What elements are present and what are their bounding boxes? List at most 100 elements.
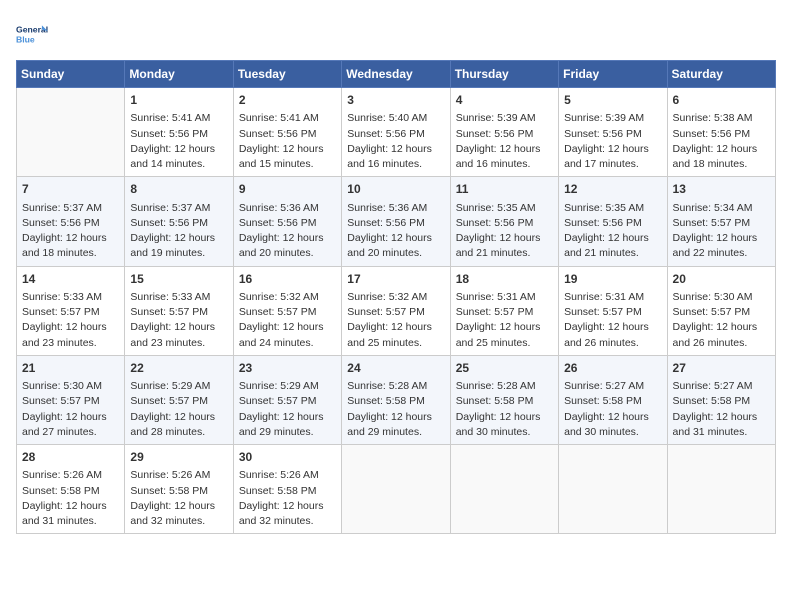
calendar-week-row: 28 Sunrise: 5:26 AMSunset: 5:58 PMDayligh…: [17, 445, 776, 534]
calendar-day-cell: 25 Sunrise: 5:28 AMSunset: 5:58 PMDayligh…: [450, 355, 558, 444]
calendar-day-cell: 4 Sunrise: 5:39 AMSunset: 5:56 PMDaylight…: [450, 88, 558, 177]
calendar-week-row: 7Sunrise: 5:37 AMSunset: 5:56 PMDaylight…: [17, 177, 776, 266]
day-info: Sunrise: 5:35 AMSunset: 5:56 PMDaylight:…: [564, 201, 661, 262]
day-number: 21: [22, 360, 119, 377]
weekday-header: Sunday: [17, 61, 125, 88]
day-info: Sunrise: 5:27 AMSunset: 5:58 PMDaylight:…: [673, 379, 770, 440]
day-info: Sunrise: 5:26 AMSunset: 5:58 PMDaylight:…: [22, 468, 119, 529]
day-number: 24: [347, 360, 444, 377]
day-info: Sunrise: 5:38 AMSunset: 5:56 PMDaylight:…: [673, 111, 770, 172]
calendar-day-cell: 22 Sunrise: 5:29 AMSunset: 5:57 PMDayligh…: [125, 355, 233, 444]
day-info: Sunrise: 5:31 AMSunset: 5:57 PMDaylight:…: [456, 290, 553, 351]
day-info: Sunrise: 5:41 AMSunset: 5:56 PMDaylight:…: [239, 111, 336, 172]
day-number: 9: [239, 181, 336, 198]
calendar-day-cell: [559, 445, 667, 534]
weekday-header: Tuesday: [233, 61, 341, 88]
calendar-day-cell: [450, 445, 558, 534]
day-info: Sunrise: 5:28 AMSunset: 5:58 PMDaylight:…: [456, 379, 553, 440]
day-number: 23: [239, 360, 336, 377]
svg-text:Blue: Blue: [16, 35, 35, 45]
day-info: Sunrise: 5:26 AMSunset: 5:58 PMDaylight:…: [130, 468, 227, 529]
calendar-day-cell: 18 Sunrise: 5:31 AMSunset: 5:57 PMDayligh…: [450, 266, 558, 355]
calendar-day-cell: 21 Sunrise: 5:30 AMSunset: 5:57 PMDayligh…: [17, 355, 125, 444]
day-info: Sunrise: 5:33 AMSunset: 5:57 PMDaylight:…: [22, 290, 119, 351]
calendar-week-row: 21 Sunrise: 5:30 AMSunset: 5:57 PMDayligh…: [17, 355, 776, 444]
calendar-week-row: 14 Sunrise: 5:33 AMSunset: 5:57 PMDayligh…: [17, 266, 776, 355]
calendar-day-cell: 13 Sunrise: 5:34 AMSunset: 5:57 PMDayligh…: [667, 177, 775, 266]
page-header: General Blue: [16, 16, 776, 52]
calendar-day-cell: 23 Sunrise: 5:29 AMSunset: 5:57 PMDayligh…: [233, 355, 341, 444]
calendar-day-cell: 20 Sunrise: 5:30 AMSunset: 5:57 PMDayligh…: [667, 266, 775, 355]
calendar-day-cell: 19 Sunrise: 5:31 AMSunset: 5:57 PMDayligh…: [559, 266, 667, 355]
calendar-day-cell: 8 Sunrise: 5:37 AMSunset: 5:56 PMDaylight…: [125, 177, 233, 266]
day-number: 17: [347, 271, 444, 288]
day-info: Sunrise: 5:27 AMSunset: 5:58 PMDaylight:…: [564, 379, 661, 440]
day-info: Sunrise: 5:36 AMSunset: 5:56 PMDaylight:…: [239, 201, 336, 262]
calendar-day-cell: 14 Sunrise: 5:33 AMSunset: 5:57 PMDayligh…: [17, 266, 125, 355]
day-number: 13: [673, 181, 770, 198]
day-number: 16: [239, 271, 336, 288]
calendar-day-cell: 2 Sunrise: 5:41 AMSunset: 5:56 PMDaylight…: [233, 88, 341, 177]
day-number: 11: [456, 181, 553, 198]
day-number: 14: [22, 271, 119, 288]
day-number: 8: [130, 181, 227, 198]
day-info: Sunrise: 5:30 AMSunset: 5:57 PMDaylight:…: [673, 290, 770, 351]
calendar-day-cell: 28 Sunrise: 5:26 AMSunset: 5:58 PMDayligh…: [17, 445, 125, 534]
day-info: Sunrise: 5:37 AMSunset: 5:56 PMDaylight:…: [22, 201, 119, 262]
day-info: Sunrise: 5:26 AMSunset: 5:58 PMDaylight:…: [239, 468, 336, 529]
calendar-week-row: 1 Sunrise: 5:41 AMSunset: 5:56 PMDaylight…: [17, 88, 776, 177]
calendar-day-cell: 7Sunrise: 5:37 AMSunset: 5:56 PMDaylight…: [17, 177, 125, 266]
day-info: Sunrise: 5:32 AMSunset: 5:57 PMDaylight:…: [347, 290, 444, 351]
logo-icon: General Blue: [16, 16, 52, 52]
day-number: 12: [564, 181, 661, 198]
day-info: Sunrise: 5:39 AMSunset: 5:56 PMDaylight:…: [456, 111, 553, 172]
day-number: 2: [239, 92, 336, 109]
calendar-day-cell: 30 Sunrise: 5:26 AMSunset: 5:58 PMDayligh…: [233, 445, 341, 534]
calendar-day-cell: 5Sunrise: 5:39 AMSunset: 5:56 PMDaylight…: [559, 88, 667, 177]
day-info: Sunrise: 5:37 AMSunset: 5:56 PMDaylight:…: [130, 201, 227, 262]
day-number: 28: [22, 449, 119, 466]
day-number: 18: [456, 271, 553, 288]
calendar-day-cell: 29 Sunrise: 5:26 AMSunset: 5:58 PMDayligh…: [125, 445, 233, 534]
calendar-day-cell: [17, 88, 125, 177]
day-number: 20: [673, 271, 770, 288]
day-info: Sunrise: 5:36 AMSunset: 5:56 PMDaylight:…: [347, 201, 444, 262]
day-number: 29: [130, 449, 227, 466]
day-number: 26: [564, 360, 661, 377]
day-number: 1: [130, 92, 227, 109]
day-info: Sunrise: 5:28 AMSunset: 5:58 PMDaylight:…: [347, 379, 444, 440]
weekday-header: Monday: [125, 61, 233, 88]
day-info: Sunrise: 5:41 AMSunset: 5:56 PMDaylight:…: [130, 111, 227, 172]
day-number: 22: [130, 360, 227, 377]
day-info: Sunrise: 5:40 AMSunset: 5:56 PMDaylight:…: [347, 111, 444, 172]
day-info: Sunrise: 5:33 AMSunset: 5:57 PMDaylight:…: [130, 290, 227, 351]
day-number: 10: [347, 181, 444, 198]
day-info: Sunrise: 5:29 AMSunset: 5:57 PMDaylight:…: [239, 379, 336, 440]
calendar-day-cell: 9 Sunrise: 5:36 AMSunset: 5:56 PMDaylight…: [233, 177, 341, 266]
calendar-day-cell: 15 Sunrise: 5:33 AMSunset: 5:57 PMDayligh…: [125, 266, 233, 355]
day-info: Sunrise: 5:29 AMSunset: 5:57 PMDaylight:…: [130, 379, 227, 440]
calendar-header-row: SundayMondayTuesdayWednesdayThursdayFrid…: [17, 61, 776, 88]
weekday-header: Friday: [559, 61, 667, 88]
calendar-table: SundayMondayTuesdayWednesdayThursdayFrid…: [16, 60, 776, 534]
day-number: 25: [456, 360, 553, 377]
calendar-day-cell: [667, 445, 775, 534]
calendar-day-cell: 26 Sunrise: 5:27 AMSunset: 5:58 PMDayligh…: [559, 355, 667, 444]
calendar-day-cell: 17 Sunrise: 5:32 AMSunset: 5:57 PMDayligh…: [342, 266, 450, 355]
day-info: Sunrise: 5:34 AMSunset: 5:57 PMDaylight:…: [673, 201, 770, 262]
day-number: 6: [673, 92, 770, 109]
day-number: 4: [456, 92, 553, 109]
day-number: 15: [130, 271, 227, 288]
day-info: Sunrise: 5:32 AMSunset: 5:57 PMDaylight:…: [239, 290, 336, 351]
day-number: 27: [673, 360, 770, 377]
day-info: Sunrise: 5:31 AMSunset: 5:57 PMDaylight:…: [564, 290, 661, 351]
day-number: 30: [239, 449, 336, 466]
calendar-day-cell: [342, 445, 450, 534]
weekday-header: Thursday: [450, 61, 558, 88]
day-info: Sunrise: 5:30 AMSunset: 5:57 PMDaylight:…: [22, 379, 119, 440]
calendar-day-cell: 16 Sunrise: 5:32 AMSunset: 5:57 PMDayligh…: [233, 266, 341, 355]
calendar-day-cell: 10 Sunrise: 5:36 AMSunset: 5:56 PMDayligh…: [342, 177, 450, 266]
day-info: Sunrise: 5:35 AMSunset: 5:56 PMDaylight:…: [456, 201, 553, 262]
day-number: 19: [564, 271, 661, 288]
calendar-day-cell: 6 Sunrise: 5:38 AMSunset: 5:56 PMDaylight…: [667, 88, 775, 177]
